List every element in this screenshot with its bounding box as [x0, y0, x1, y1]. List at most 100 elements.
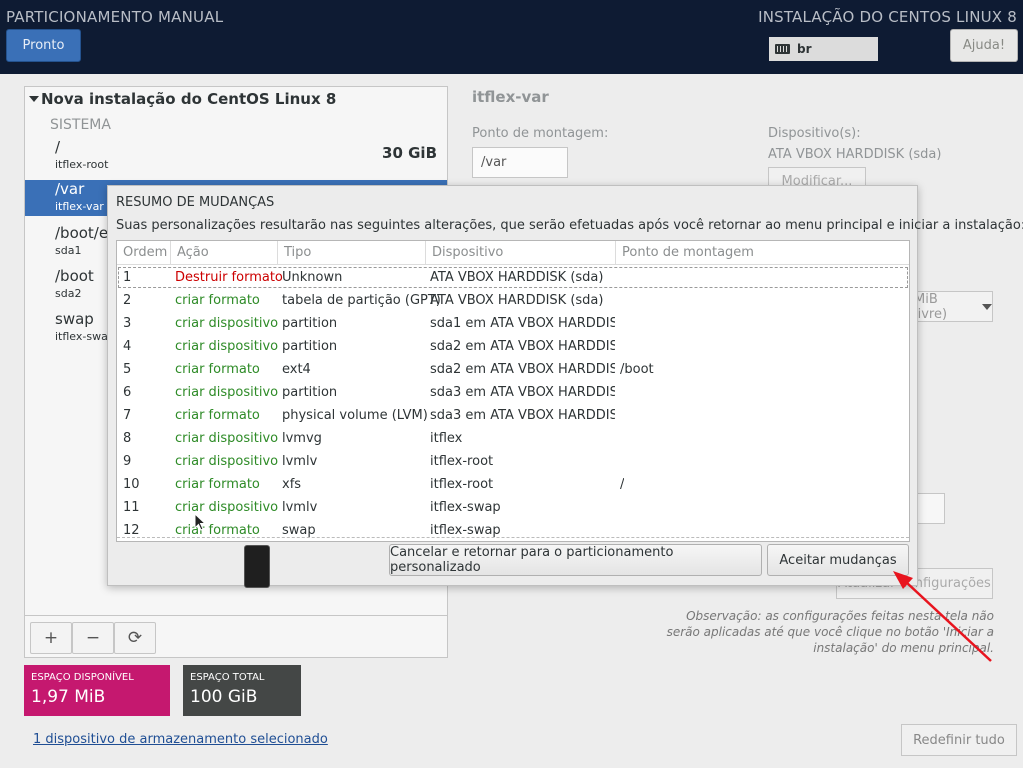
mount-device: itflex-root: [55, 158, 109, 171]
page-title: PARTICIONAMENTO MANUAL: [6, 8, 224, 26]
system-section-label: SISTEMA: [50, 117, 111, 133]
mount-row-root[interactable]: / itflex-root 30 GiB: [25, 138, 447, 174]
top-header: PARTICIONAMENTO MANUAL INSTALAÇÃO DO CEN…: [0, 0, 1023, 74]
reset-all-button[interactable]: Redefinir tudo: [901, 724, 1017, 756]
selected-mount-title: itflex-var: [472, 88, 549, 106]
cell-device: itflex-root: [430, 454, 494, 469]
mount-toolbar: + − ⟳: [25, 615, 447, 658]
table-row[interactable]: 12 criar formato swap itflex-swap: [117, 519, 909, 541]
cell-order: 8: [123, 431, 132, 446]
cell-action: criar formato: [175, 408, 260, 423]
mount-point: /: [55, 138, 61, 156]
cell-type: lvmlv: [282, 500, 318, 515]
table-row[interactable]: 11 criar dispositivo lvmlv itflex-swap: [117, 496, 909, 519]
cell-device: sda3 em ATA VBOX HARDDISK: [430, 385, 615, 400]
cell-order: 5: [123, 362, 132, 377]
capacity-dropdown-label: MiB livre): [914, 291, 948, 322]
minus-icon: −: [85, 628, 101, 648]
chevron-down-icon: [982, 303, 992, 310]
cell-mount: /: [620, 477, 625, 492]
cell-action: criar formato: [175, 362, 260, 377]
cell-order: 2: [123, 293, 132, 308]
cell-type: Unknown: [282, 270, 343, 285]
cell-action: criar formato: [175, 293, 260, 308]
add-mount-button[interactable]: +: [30, 622, 72, 654]
cell-type: ext4: [282, 362, 311, 377]
column-header-device[interactable]: Dispositivo: [426, 241, 616, 264]
available-space-label: ESPAÇO DISPONÍVEL: [31, 672, 134, 683]
dialog-title: RESUMO DE MUDANÇAS: [116, 195, 275, 210]
table-header: Ordem Ação Tipo Dispositivo Ponto de mon…: [117, 241, 909, 265]
mount-device: sda2: [55, 287, 82, 300]
installation-heading: Nova instalação do CentOS Linux 8: [41, 90, 337, 108]
cell-order: 1: [123, 270, 132, 285]
column-header-type[interactable]: Tipo: [278, 241, 426, 264]
cell-device: sda2 em ATA VBOX HARDDISK: [430, 362, 615, 377]
table-row[interactable]: 8 criar dispositivo lvmvg itflex: [117, 427, 909, 450]
column-header-action[interactable]: Ação: [171, 241, 278, 264]
cell-action: criar formato: [175, 523, 260, 538]
table-row[interactable]: 4 criar dispositivo partition sda2 em ATA V…: [117, 335, 909, 358]
cell-action: criar dispositivo: [175, 500, 279, 515]
cell-action: criar formato: [175, 477, 260, 492]
devices-value: ATA VBOX HARDDISK (sda): [768, 147, 942, 162]
total-space-label: ESPAÇO TOTAL: [190, 672, 265, 683]
cell-type: partition: [282, 385, 338, 400]
cell-order: 12: [123, 523, 140, 538]
mount-point: /boot/e: [55, 224, 109, 242]
cell-type: lvmvg: [282, 431, 322, 446]
installation-note: Observação: as configurações feitas nest…: [666, 609, 994, 655]
mount-point: swap: [55, 310, 94, 328]
keyboard-layout-indicator[interactable]: br: [769, 37, 878, 61]
cell-order: 3: [123, 316, 132, 331]
done-button[interactable]: Pronto: [6, 29, 81, 62]
cell-order: 9: [123, 454, 132, 469]
table-scroll-edge: [117, 537, 909, 538]
storage-devices-link[interactable]: 1 dispositivo de armazenamento seleciona…: [33, 732, 328, 747]
cell-type: partition: [282, 339, 338, 354]
cell-device: ATA VBOX HARDDISK (sda): [430, 293, 604, 308]
cell-type: swap: [282, 523, 316, 538]
cell-device: itflex: [430, 431, 463, 446]
refresh-icon: ⟳: [127, 628, 143, 648]
capacity-dropdown[interactable]: MiB livre): [905, 291, 993, 322]
cell-action: criar dispositivo: [175, 316, 279, 331]
mouse-cursor-icon: [194, 513, 206, 531]
scroll-handle[interactable]: [244, 545, 270, 588]
table-row[interactable]: 3 criar dispositivo partition sda1 em ATA V…: [117, 312, 909, 335]
mount-point: /boot: [55, 267, 94, 285]
cell-device: sda1 em ATA VBOX HARDDISK: [430, 316, 615, 331]
mount-device: sda1: [55, 244, 82, 257]
mount-device: itflex-swa: [55, 330, 108, 343]
column-header-order[interactable]: Ordem: [117, 241, 171, 264]
devices-label: Dispositivo(s):: [768, 126, 861, 141]
table-row[interactable]: 1 Destruir formato Unknown ATA VBOX HARDDIS…: [117, 266, 909, 289]
table-row[interactable]: 5 criar formato ext4 sda2 em ATA VBOX HARDD…: [117, 358, 909, 381]
cell-order: 11: [123, 500, 140, 515]
table-row[interactable]: 9 criar dispositivo lvmlv itflex-root: [117, 450, 909, 473]
help-button[interactable]: Ajuda!: [950, 29, 1018, 62]
column-header-mount-point[interactable]: Ponto de montagem: [616, 241, 909, 264]
cell-device: ATA VBOX HARDDISK (sda): [430, 270, 604, 285]
expander-triangle-icon[interactable]: [29, 96, 39, 102]
cell-device: sda2 em ATA VBOX HARDDISK: [430, 339, 615, 354]
mount-size: 30 GiB: [382, 144, 437, 162]
cell-device: itflex-swap: [430, 523, 501, 538]
table-row[interactable]: 7 criar formato physical volume (LVM) sda3 …: [117, 404, 909, 427]
dialog-description: Suas personalizações resultarão nas segu…: [116, 218, 1023, 233]
cell-order: 10: [123, 477, 140, 492]
available-space-box: ESPAÇO DISPONÍVEL 1,97 MiB: [24, 665, 170, 716]
cell-type: xfs: [282, 477, 302, 492]
refresh-button[interactable]: ⟳: [114, 622, 156, 654]
accept-changes-button[interactable]: Aceitar mudanças: [767, 544, 909, 576]
mount-point: /var: [55, 180, 85, 198]
cancel-and-return-button[interactable]: Cancelar e retornar para o particionamen…: [389, 544, 762, 576]
table-row[interactable]: 2 criar formato tabela de partição (GPT) AT…: [117, 289, 909, 312]
table-row[interactable]: 10 criar formato xfs itflex-root /: [117, 473, 909, 496]
mount-point-input[interactable]: /var: [472, 147, 568, 178]
remove-mount-button[interactable]: −: [72, 622, 114, 654]
table-row[interactable]: 6 criar dispositivo partition sda3 em ATA V…: [117, 381, 909, 404]
keyboard-layout-label: br: [797, 42, 812, 56]
cell-device: sda3 em ATA VBOX HARDDISK: [430, 408, 615, 423]
cell-type: tabela de partição (GPT): [282, 293, 441, 308]
